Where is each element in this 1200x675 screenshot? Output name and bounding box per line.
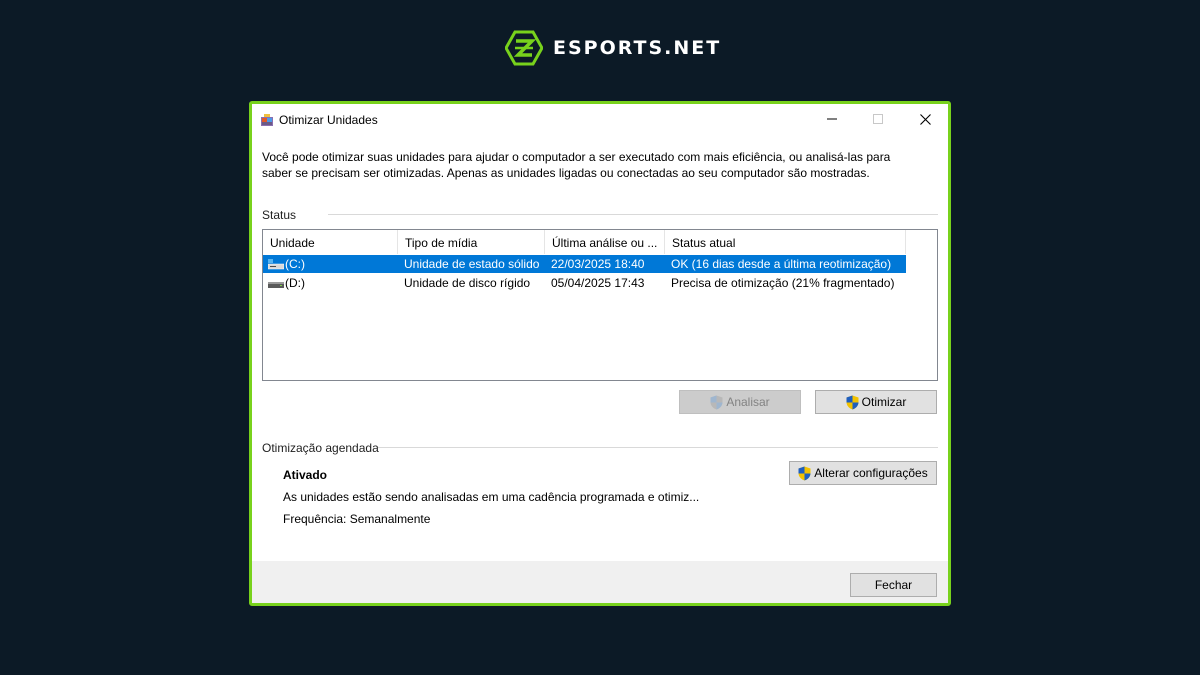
drive-row-c[interactable]: (C:) Unidade de estado sólido 22/03/2025… [263, 255, 906, 273]
maximize-icon [873, 114, 883, 124]
brand-name: ESPORTS.NET [553, 37, 722, 59]
last-run: 22/03/2025 18:40 [551, 257, 645, 271]
list-header: Unidade Tipo de mídia Última análise ou … [263, 230, 937, 254]
defrag-app-icon [261, 114, 273, 126]
window-title: Otimizar Unidades [279, 113, 378, 127]
optimize-button[interactable]: Otimizar [815, 390, 937, 414]
optimize-button-label: Otimizar [861, 395, 907, 409]
last-run: 05/04/2025 17:43 [551, 276, 645, 290]
maximize-button[interactable] [855, 104, 901, 134]
close-button[interactable]: Fechar [850, 573, 937, 597]
ssd-drive-icon [268, 259, 284, 270]
schedule-detail: As unidades estão sendo analisadas em um… [283, 490, 700, 504]
change-settings-label: Alterar configurações [814, 466, 928, 480]
media-type: Unidade de disco rígido [404, 276, 531, 290]
column-header-current-status[interactable]: Status atual [665, 230, 906, 254]
uac-shield-icon [846, 395, 859, 409]
media-type: Unidade de estado sólido [404, 257, 540, 271]
esports-logo: ESPORTS.NET [505, 30, 721, 66]
close-window-button[interactable] [902, 104, 948, 134]
current-status: Precisa de otimização (21% fragmentado) [671, 276, 895, 290]
close-button-label: Fechar [874, 578, 913, 592]
drive-label: (D:) [285, 276, 305, 290]
change-settings-button[interactable]: Alterar configurações [789, 461, 937, 485]
drive-label: (C:) [285, 257, 305, 271]
drive-row-d[interactable]: (D:) Unidade de disco rígido 05/04/2025 … [263, 274, 906, 292]
schedule-section-label: Otimização agendada [262, 441, 379, 455]
schedule-frequency: Frequência: Semanalmente [283, 512, 431, 526]
column-header-media-type[interactable]: Tipo de mídia [398, 230, 545, 254]
esports-logo-icon [505, 30, 543, 66]
drives-list[interactable]: Unidade Tipo de mídia Última análise ou … [262, 229, 938, 381]
analyze-button-label: Analisar [726, 395, 770, 409]
uac-shield-icon [710, 395, 723, 409]
close-icon [919, 113, 931, 125]
status-divider [328, 214, 938, 215]
status-section-label: Status [262, 208, 297, 222]
schedule-divider [378, 447, 938, 448]
current-status: OK (16 dias desde a última reotimização) [671, 257, 892, 271]
dialog-footer: Fechar [252, 561, 948, 603]
description-text: Você pode otimizar suas unidades para aj… [262, 150, 891, 180]
column-header-last-run[interactable]: Última análise ou ... [545, 230, 665, 254]
analyze-button[interactable]: Analisar [679, 390, 801, 414]
uac-shield-icon [798, 466, 811, 480]
schedule-state: Ativado [283, 468, 328, 482]
column-header-drive[interactable]: Unidade [263, 230, 398, 254]
title-bar[interactable]: Otimizar Unidades [252, 104, 948, 136]
minimize-icon [827, 118, 837, 120]
hdd-drive-icon [268, 282, 284, 288]
optimize-drives-window: Otimizar Unidades Você pode otimizar sua… [249, 101, 951, 606]
minimize-button[interactable] [809, 104, 855, 134]
